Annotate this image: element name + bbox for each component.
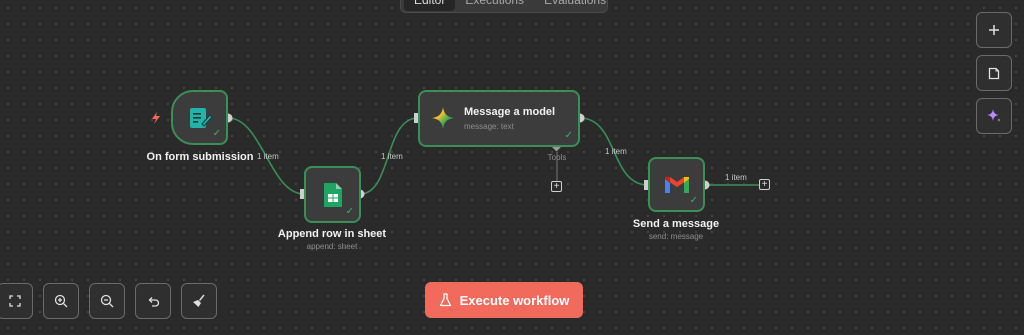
execute-workflow-label: Execute workflow bbox=[459, 292, 570, 308]
reset-zoom-button[interactable] bbox=[135, 283, 171, 319]
success-check-icon: ✓ bbox=[212, 128, 221, 139]
success-check-icon: ✓ bbox=[564, 130, 573, 141]
gmail-icon bbox=[664, 176, 689, 193]
zoom-in-icon bbox=[54, 294, 68, 308]
tab-evaluations[interactable]: Evaluations bbox=[534, 0, 616, 11]
broom-icon bbox=[193, 294, 205, 307]
tools-label: Tools bbox=[547, 153, 567, 162]
zoom-to-fit-button[interactable] bbox=[0, 283, 33, 319]
sheet-node-label: Append row in sheet bbox=[277, 228, 387, 240]
fit-view-icon bbox=[9, 295, 21, 307]
model-node-subtitle: message: text bbox=[464, 122, 514, 131]
add-node-button[interactable]: + bbox=[759, 179, 770, 190]
connection-label: 1 item bbox=[257, 152, 279, 161]
view-tabs: Editor Executions Evaluations bbox=[400, 0, 608, 13]
add-tool-button[interactable]: + bbox=[551, 181, 562, 192]
success-check-icon: ✓ bbox=[689, 195, 698, 206]
note-icon bbox=[988, 67, 1000, 79]
tab-executions[interactable]: Executions bbox=[455, 0, 534, 11]
google-sheets-icon bbox=[323, 182, 342, 207]
connection-label: 1 item bbox=[725, 173, 747, 182]
zoom-in-button[interactable] bbox=[43, 283, 79, 319]
zoom-out-icon bbox=[100, 294, 114, 308]
gemini-sparkle-icon bbox=[432, 107, 454, 129]
trigger-node-label: On form submission bbox=[146, 151, 254, 163]
undo-icon bbox=[148, 296, 159, 307]
tidy-up-button[interactable] bbox=[181, 283, 217, 319]
sheet-node[interactable]: ✓ bbox=[304, 166, 361, 223]
plus-icon bbox=[989, 25, 999, 35]
tab-editor[interactable]: Editor bbox=[404, 0, 456, 11]
gmail-node-label: Send a message bbox=[632, 218, 720, 230]
gmail-node[interactable]: ✓ bbox=[648, 157, 705, 212]
form-icon bbox=[189, 107, 213, 128]
connection-label: 1 item bbox=[381, 152, 403, 161]
zoom-out-button[interactable] bbox=[89, 283, 125, 319]
flask-icon bbox=[439, 293, 451, 307]
sparkle-icon bbox=[987, 109, 1001, 122]
model-node[interactable]: Message a model message: text ✓ bbox=[418, 90, 580, 147]
execute-workflow-button[interactable]: Execute workflow bbox=[425, 282, 583, 318]
trigger-node[interactable]: ✓ bbox=[171, 90, 228, 145]
sticky-note-button[interactable] bbox=[976, 55, 1012, 91]
workflow-canvas[interactable]: Editor Executions Evaluations ✓ On form … bbox=[0, 0, 1024, 335]
connection-label: 1 item bbox=[605, 147, 627, 156]
model-node-label: Message a model bbox=[464, 106, 556, 118]
trigger-bolt-icon bbox=[152, 112, 160, 124]
gmail-node-subtitle: send: message bbox=[648, 232, 704, 241]
success-check-icon: ✓ bbox=[345, 206, 354, 217]
add-node-panel-button[interactable] bbox=[976, 12, 1012, 48]
sheet-node-subtitle: append: sheet bbox=[306, 242, 358, 251]
ai-assistant-button[interactable] bbox=[976, 98, 1012, 134]
